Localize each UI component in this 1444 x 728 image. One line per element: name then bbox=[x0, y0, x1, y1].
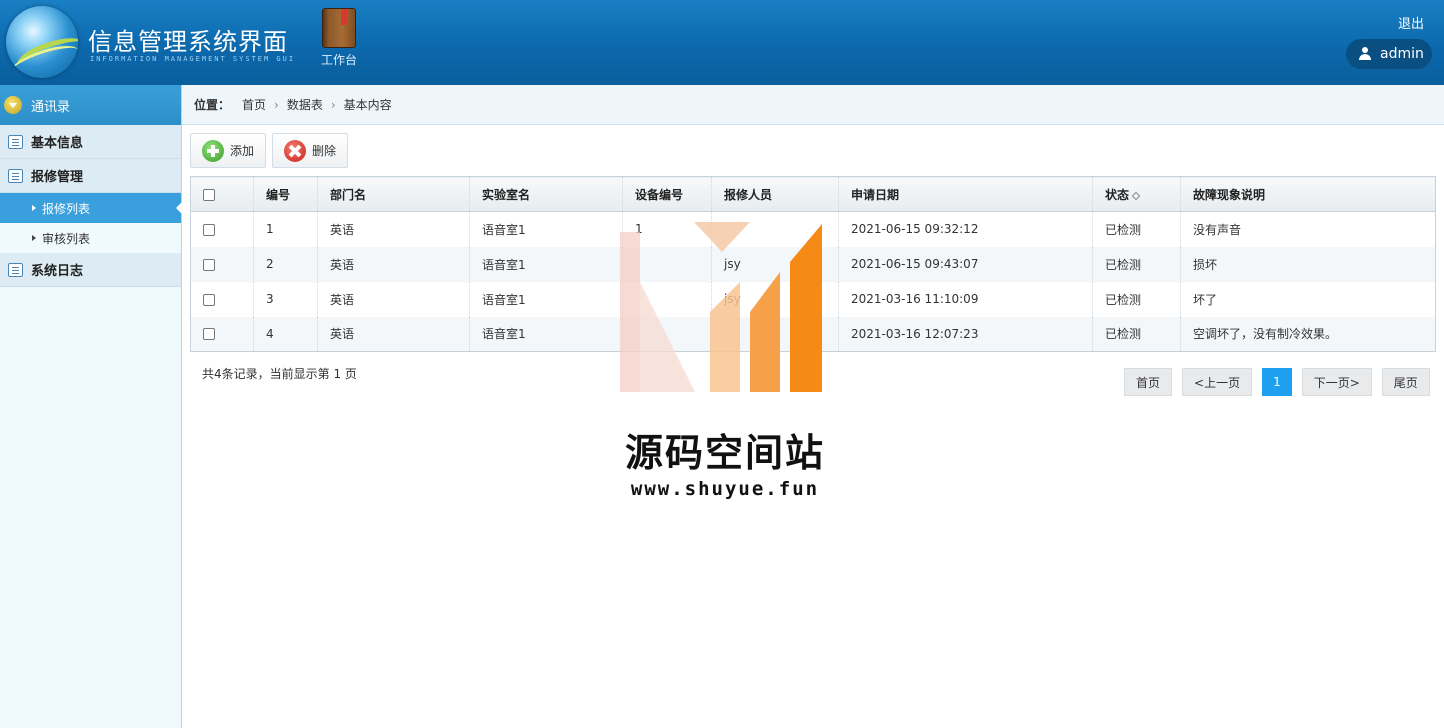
logo-globe-icon bbox=[6, 6, 78, 78]
breadcrumb-item-home[interactable]: 首页 bbox=[242, 96, 266, 113]
table-cell: 3 bbox=[253, 281, 318, 317]
row-checkbox[interactable] bbox=[203, 258, 215, 271]
logout-link[interactable]: 退出 bbox=[1398, 13, 1424, 32]
row-checkbox-cell[interactable] bbox=[190, 316, 254, 352]
delete-button-label: 删除 bbox=[312, 144, 337, 158]
table-cell: 没有声音 bbox=[1180, 211, 1436, 247]
select-all-checkbox-cell[interactable] bbox=[190, 176, 254, 212]
column-header: 故障现象说明 bbox=[1180, 176, 1436, 212]
column-header: 编号 bbox=[253, 176, 318, 212]
table-cell: 4 bbox=[253, 316, 318, 352]
table-cell: 1 bbox=[253, 211, 318, 247]
sidebar-item-label: 基本信息 bbox=[31, 136, 84, 151]
table-cell: 英语 bbox=[317, 281, 470, 317]
watermark-url: www.shuyue.fun bbox=[630, 478, 820, 500]
sidebar-sub-label: 审核列表 bbox=[42, 231, 91, 246]
row-checkbox-cell[interactable] bbox=[190, 246, 254, 282]
column-header: 报修人员 bbox=[711, 176, 839, 212]
workbench-label: 工作台 bbox=[320, 53, 357, 67]
sidebar: 通讯录 基本信息 报修管理 报修列表 审核列表 系统日志 bbox=[0, 85, 182, 728]
table-cell: 已检测 bbox=[1092, 316, 1181, 352]
table-cell: 已检测 bbox=[1092, 211, 1181, 247]
first-page-button[interactable]: 首页 bbox=[1124, 368, 1173, 396]
table-cell: 2021-06-15 09:43:07 bbox=[838, 246, 1093, 282]
sidebar-item-label: 报修管理 bbox=[31, 170, 84, 185]
chevron-right-icon: › bbox=[274, 97, 279, 112]
list-icon bbox=[8, 134, 23, 149]
table-cell: 英语 bbox=[317, 246, 470, 282]
table-cell: 2021-03-16 11:10:09 bbox=[838, 281, 1093, 317]
top-header: 信息管理系统界面 INFORMATION MANAGEMENT SYSTEM G… bbox=[0, 0, 1444, 85]
row-checkbox[interactable] bbox=[203, 223, 215, 236]
column-header: 实验室名 bbox=[469, 176, 623, 212]
book-icon bbox=[322, 8, 356, 48]
table-cell: 已检测 bbox=[1092, 246, 1181, 282]
close-icon bbox=[284, 139, 307, 162]
sidebar-item-system-log[interactable]: 系统日志 bbox=[0, 253, 181, 287]
next-page-button[interactable]: 下一页> bbox=[1301, 368, 1372, 396]
row-checkbox[interactable] bbox=[203, 328, 215, 341]
caret-right-icon bbox=[32, 205, 36, 211]
watermark-logo-icon bbox=[620, 222, 822, 392]
last-page-button[interactable]: 尾页 bbox=[1381, 368, 1430, 396]
caret-right-icon bbox=[32, 235, 36, 241]
sidebar-item-repair-list[interactable]: 报修列表 bbox=[0, 193, 182, 223]
pagination: 首页 <上一页 1 下一页> 尾页 bbox=[1124, 368, 1430, 396]
sidebar-title[interactable]: 通讯录 bbox=[0, 85, 181, 125]
sidebar-sub-label: 报修列表 bbox=[42, 201, 91, 216]
sidebar-item-basic-info[interactable]: 基本信息 bbox=[0, 125, 181, 159]
add-button-label: 添加 bbox=[230, 144, 255, 158]
chevron-down-icon bbox=[4, 96, 22, 114]
watermark-text: 源码空间站 bbox=[624, 431, 825, 475]
table-cell: 英语 bbox=[317, 211, 470, 247]
chevron-right-icon: › bbox=[330, 97, 336, 112]
toolbar: 添加 删除 bbox=[190, 133, 349, 168]
table-cell: 空调坏了，没有制冷效果。 bbox=[1180, 316, 1436, 352]
workbench-button[interactable]: 工作台 bbox=[316, 8, 362, 68]
prev-page-button[interactable]: <上一页 bbox=[1182, 368, 1253, 396]
sidebar-item-review-list[interactable]: 审核列表 bbox=[0, 223, 181, 253]
plus-icon bbox=[202, 139, 224, 162]
message-icon bbox=[8, 262, 23, 277]
column-header: 设备编号 bbox=[622, 176, 712, 212]
table-cell: 英语 bbox=[317, 316, 470, 352]
user-menu[interactable]: admin bbox=[1346, 39, 1432, 69]
app-title: 信息管理系统界面 bbox=[88, 28, 288, 56]
record-summary: 共4条记录，当前显示第 1 页 bbox=[202, 367, 357, 381]
table-cell: 2 bbox=[253, 246, 318, 282]
current-page-button[interactable]: 1 bbox=[1262, 368, 1292, 396]
table-cell: 2021-06-15 09:32:12 bbox=[838, 211, 1093, 247]
username: admin bbox=[1380, 46, 1424, 62]
row-checkbox-cell[interactable] bbox=[190, 211, 254, 247]
table-cell: 2021-03-16 12:07:23 bbox=[838, 316, 1093, 352]
breadcrumb-prefix: 位置： bbox=[194, 98, 231, 112]
table-cell: 损坏 bbox=[1180, 246, 1436, 282]
sidebar-item-repair-management[interactable]: 报修管理 bbox=[0, 159, 181, 193]
column-header: 申请日期 bbox=[838, 176, 1093, 212]
column-header-label: 状态 bbox=[1105, 187, 1130, 202]
add-button[interactable]: 添加 bbox=[190, 133, 267, 168]
column-header-status[interactable]: 状态 bbox=[1092, 176, 1181, 212]
row-checkbox-cell[interactable] bbox=[190, 281, 254, 317]
select-all-checkbox[interactable] bbox=[203, 188, 215, 201]
sort-icon[interactable] bbox=[1131, 191, 1141, 200]
watermark: 源码空间站 www.shuyue.fun bbox=[600, 222, 850, 512]
app-subtitle: INFORMATION MANAGEMENT SYSTEM GUI bbox=[90, 55, 296, 63]
user-icon bbox=[1358, 47, 1372, 61]
delete-button[interactable]: 删除 bbox=[272, 133, 349, 168]
table-cell: 坏了 bbox=[1180, 281, 1436, 317]
table-header-row: 编号 部门名 实验室名 设备编号 报修人员 申请日期 状态 故障现象说明 bbox=[190, 176, 1436, 212]
sidebar-title-label: 通讯录 bbox=[31, 99, 71, 115]
row-checkbox[interactable] bbox=[203, 293, 215, 306]
breadcrumb: 位置： 首页 › 数据表 › 基本内容 bbox=[182, 85, 1444, 125]
table-cell: 已检测 bbox=[1092, 281, 1181, 317]
breadcrumb-item-datatable[interactable]: 数据表 bbox=[287, 96, 323, 113]
edit-icon bbox=[8, 168, 23, 183]
column-header: 部门名 bbox=[317, 176, 470, 212]
breadcrumb-item-content: 基本内容 bbox=[343, 98, 392, 112]
sidebar-item-label: 系统日志 bbox=[31, 264, 84, 279]
